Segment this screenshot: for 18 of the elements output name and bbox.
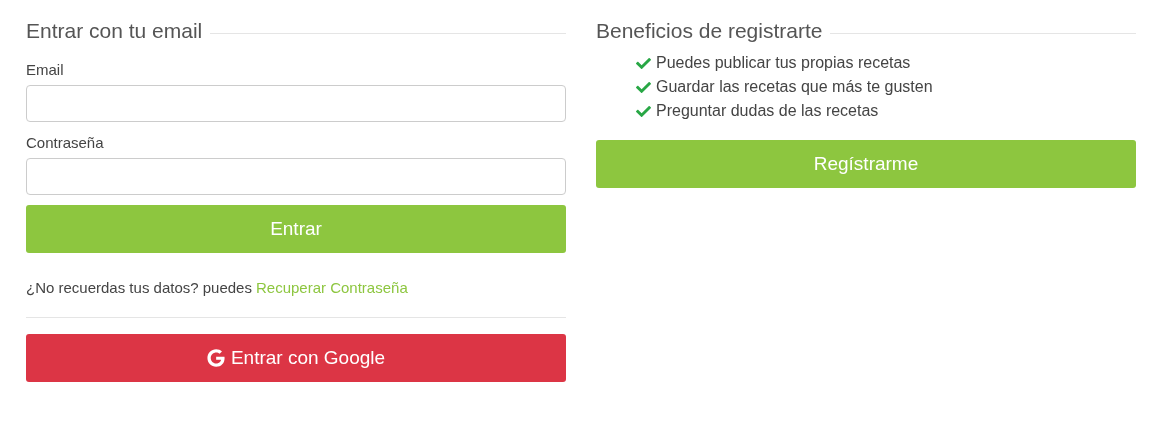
- field-label: Contraseña: [26, 133, 105, 153]
- input-field[interactable]: [26, 158, 566, 195]
- google-login-button[interactable]: Entrar con Google: [26, 334, 566, 382]
- section-title: Entrar con tu email: [26, 18, 203, 44]
- check-icon: [636, 79, 651, 95]
- section-title: Beneficios de registrarte: [596, 18, 823, 44]
- google-icon: [206, 349, 225, 367]
- benefit-text: Guardar las recetas que más te gusten: [656, 77, 933, 97]
- benefit-text: Preguntar dudas de las recetas: [656, 101, 879, 121]
- benefit-text: Puedes publicar tus propias recetas: [656, 53, 911, 73]
- field-label: Email: [26, 60, 65, 80]
- input-field[interactable]: [26, 85, 566, 122]
- register-button[interactable]: Regístrarme: [596, 140, 1136, 188]
- login-button[interactable]: Entrar: [26, 205, 566, 253]
- recover-password-link[interactable]: Recuperar Contraseña: [255, 277, 408, 299]
- recover-text: ¿No recuerdas tus datos? puedes: [26, 278, 252, 298]
- check-icon: [636, 55, 651, 71]
- check-icon: [636, 103, 651, 119]
